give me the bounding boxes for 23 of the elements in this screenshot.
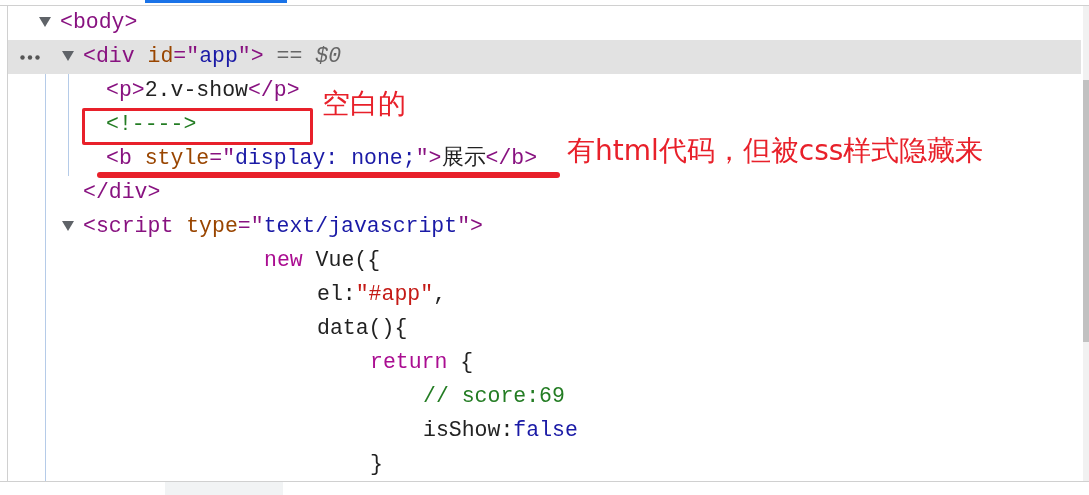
code-line: new Vue({: [264, 250, 381, 272]
code-line: // score:69: [423, 386, 565, 408]
code-line: <script type="text/javascript">: [83, 216, 483, 238]
code-line: <div id="app"> == $0: [83, 46, 342, 68]
annotation-text: 有html代码，但被css样式隐藏来: [567, 137, 984, 165]
code-line: <p>2.v-show</p>: [106, 80, 300, 102]
code-line: }: [370, 454, 383, 476]
more-icon[interactable]: [20, 55, 40, 60]
code-line: return {: [370, 352, 474, 374]
horizontal-scrollbar[interactable]: [0, 481, 1089, 495]
annotation-text: 空白的: [322, 90, 406, 118]
code-line: <b style="display: none;">展示</b>: [106, 148, 538, 170]
selected-row[interactable]: <div id="app"> == $0: [8, 40, 1081, 74]
code-line: el:"#app",: [317, 284, 447, 306]
expand-triangle-icon[interactable]: [39, 17, 51, 27]
code-line: <!---->: [106, 114, 197, 136]
code-line: data(){: [317, 318, 408, 340]
code-line: <body>: [60, 12, 138, 34]
expand-triangle-icon[interactable]: [62, 51, 74, 61]
code-line: </div>: [83, 182, 161, 204]
expand-triangle-icon[interactable]: [62, 221, 74, 231]
code-line: isShow:false: [423, 420, 578, 442]
vertical-scrollbar[interactable]: [1083, 6, 1089, 481]
